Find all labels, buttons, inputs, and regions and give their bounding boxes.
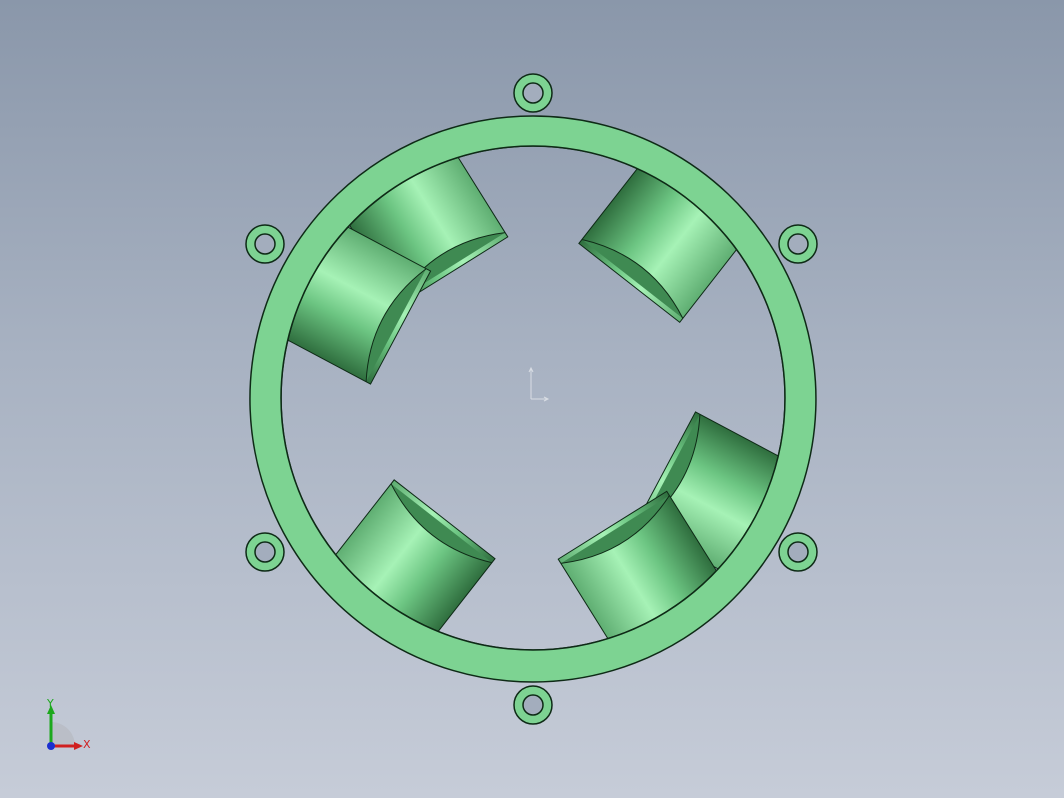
bolt-hole-upper-left: [254, 233, 276, 255]
origin-marker-icon: [528, 366, 550, 402]
bolt-hole-top: [522, 82, 544, 104]
z-axis: [47, 742, 55, 750]
bolt-hole-lower-right: [787, 541, 809, 563]
y-axis-label: Y: [46, 697, 54, 710]
x-axis-label: X: [83, 738, 91, 751]
graphics-viewport[interactable]: Y X: [0, 0, 1064, 798]
bolt-hole-bottom: [522, 694, 544, 716]
bolt-hole-lower-left: [254, 541, 276, 563]
bolt-hole-upper-right: [787, 233, 809, 255]
reference-triad[interactable]: Y X: [30, 696, 110, 766]
